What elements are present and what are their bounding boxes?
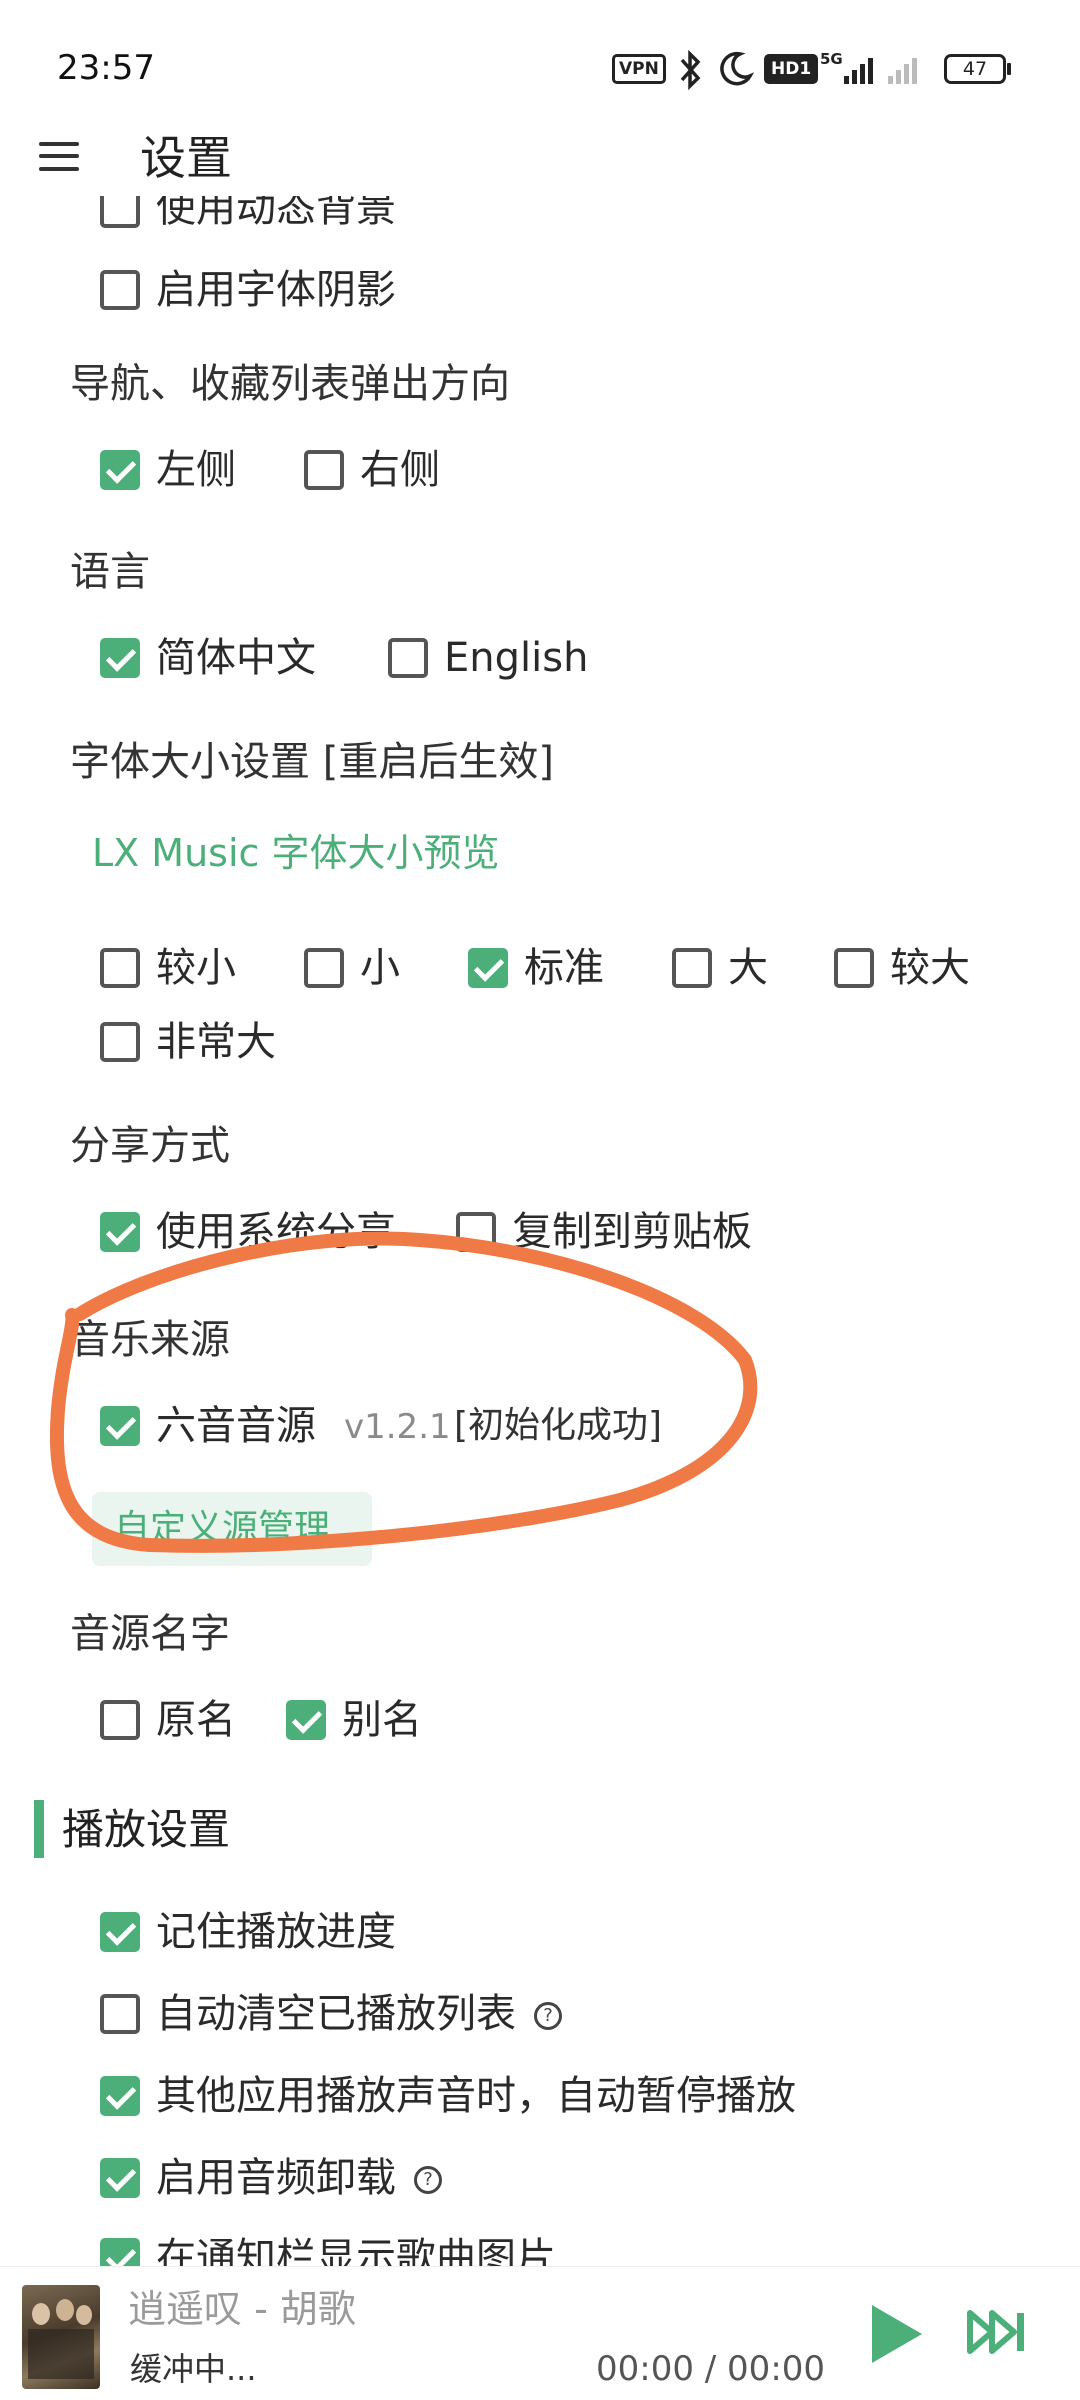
page-title: 设置 bbox=[140, 131, 232, 185]
play-icon[interactable] bbox=[872, 2305, 922, 2363]
battery-tip bbox=[1007, 63, 1011, 75]
album-art[interactable] bbox=[22, 2285, 100, 2389]
option-label: 启用字体阴影 bbox=[156, 267, 396, 313]
help-icon[interactable]: ? bbox=[534, 2002, 562, 2030]
signal-weak-icon bbox=[888, 58, 917, 84]
help-icon[interactable]: ? bbox=[414, 2166, 442, 2194]
playback-section-title: 播放设置 bbox=[62, 1805, 231, 1854]
checkbox[interactable] bbox=[100, 1994, 140, 2034]
option-label: 在通知栏显示歌曲图片 bbox=[156, 2235, 556, 2266]
checkbox-checked[interactable] bbox=[286, 1700, 326, 1740]
option-label: 其他应用播放声音时，自动暂停播放 bbox=[156, 2073, 796, 2119]
option-label: 标准 bbox=[524, 945, 604, 991]
status-time: 23:57 bbox=[57, 48, 155, 88]
checkbox[interactable] bbox=[100, 1700, 140, 1740]
checkbox[interactable] bbox=[100, 196, 140, 228]
checkbox-checked[interactable] bbox=[468, 948, 508, 988]
player-status: 缓冲中... bbox=[130, 2350, 257, 2388]
bluetooth-icon bbox=[680, 50, 701, 90]
option-label: 小 bbox=[360, 945, 400, 991]
checkbox[interactable] bbox=[834, 948, 874, 988]
next-track-icon[interactable] bbox=[966, 2307, 1028, 2357]
checkbox[interactable] bbox=[304, 450, 344, 490]
option-label: 左侧 bbox=[156, 447, 236, 493]
checkbox-checked[interactable] bbox=[100, 450, 140, 490]
checkbox-checked[interactable] bbox=[100, 638, 140, 678]
font-size-label: 字体大小设置 [重启后生效] bbox=[70, 739, 554, 785]
player-time: 00:00 / 00:00 bbox=[596, 2349, 826, 2389]
option-label: 较小 bbox=[156, 945, 236, 991]
checkbox-checked[interactable] bbox=[100, 2158, 140, 2198]
hd-badge: HD1 bbox=[764, 54, 819, 84]
checkbox[interactable] bbox=[100, 948, 140, 988]
option-label: 记住播放进度 bbox=[156, 1909, 396, 1955]
checkbox-checked[interactable] bbox=[100, 1912, 140, 1952]
option-label: 别名 bbox=[342, 1697, 422, 1743]
annotation-circle bbox=[49, 1231, 758, 1553]
checkbox[interactable] bbox=[100, 270, 140, 310]
mini-player[interactable]: 逍遥叹 - 胡歌 缓冲中... 00:00 / 00:00 bbox=[0, 2266, 1080, 2400]
option-label: 原名 bbox=[156, 1697, 236, 1743]
option-label: English bbox=[444, 635, 589, 681]
checkbox-checked[interactable] bbox=[100, 2238, 140, 2266]
section-accent-bar bbox=[34, 1800, 44, 1858]
settings-scroll-area[interactable]: 使用动态背景 启用字体阴影 导航、收藏列表弹出方向 左侧 右侧 语言 简体中文 … bbox=[0, 196, 1080, 2266]
hamburger-menu-icon[interactable] bbox=[39, 140, 79, 172]
option-label: 非常大 bbox=[156, 1019, 276, 1065]
option-label: 简体中文 bbox=[156, 635, 316, 681]
option-label: 启用音频卸载? bbox=[156, 2150, 442, 2206]
language-label: 语言 bbox=[70, 549, 150, 595]
vpn-badge: VPN bbox=[612, 54, 666, 84]
option-label: 较大 bbox=[890, 945, 970, 991]
battery-icon: 47 bbox=[944, 54, 1006, 84]
checkbox-checked[interactable] bbox=[100, 2076, 140, 2116]
status-bar: 23:57 VPN HD1 5G 47 bbox=[0, 0, 1080, 130]
checkbox[interactable] bbox=[304, 948, 344, 988]
share-label: 分享方式 bbox=[70, 1123, 230, 1169]
option-label: 使用动态背景 bbox=[156, 196, 396, 231]
checkbox[interactable] bbox=[100, 1022, 140, 1062]
moon-icon bbox=[720, 51, 754, 86]
option-label: 大 bbox=[728, 945, 768, 991]
option-label: 右侧 bbox=[360, 447, 440, 493]
nav-direction-label: 导航、收藏列表弹出方向 bbox=[70, 361, 510, 407]
network-type: 5G bbox=[820, 50, 843, 68]
option-label: 自动清空已播放列表? bbox=[156, 1986, 562, 2042]
source-name-label: 音源名字 bbox=[70, 1611, 230, 1657]
signal-icon bbox=[844, 58, 873, 84]
font-size-preview: LX Music 字体大小预览 bbox=[92, 831, 500, 875]
checkbox[interactable] bbox=[388, 638, 428, 678]
player-song-title: 逍遥叹 - 胡歌 bbox=[128, 2287, 356, 2331]
checkbox[interactable] bbox=[672, 948, 712, 988]
